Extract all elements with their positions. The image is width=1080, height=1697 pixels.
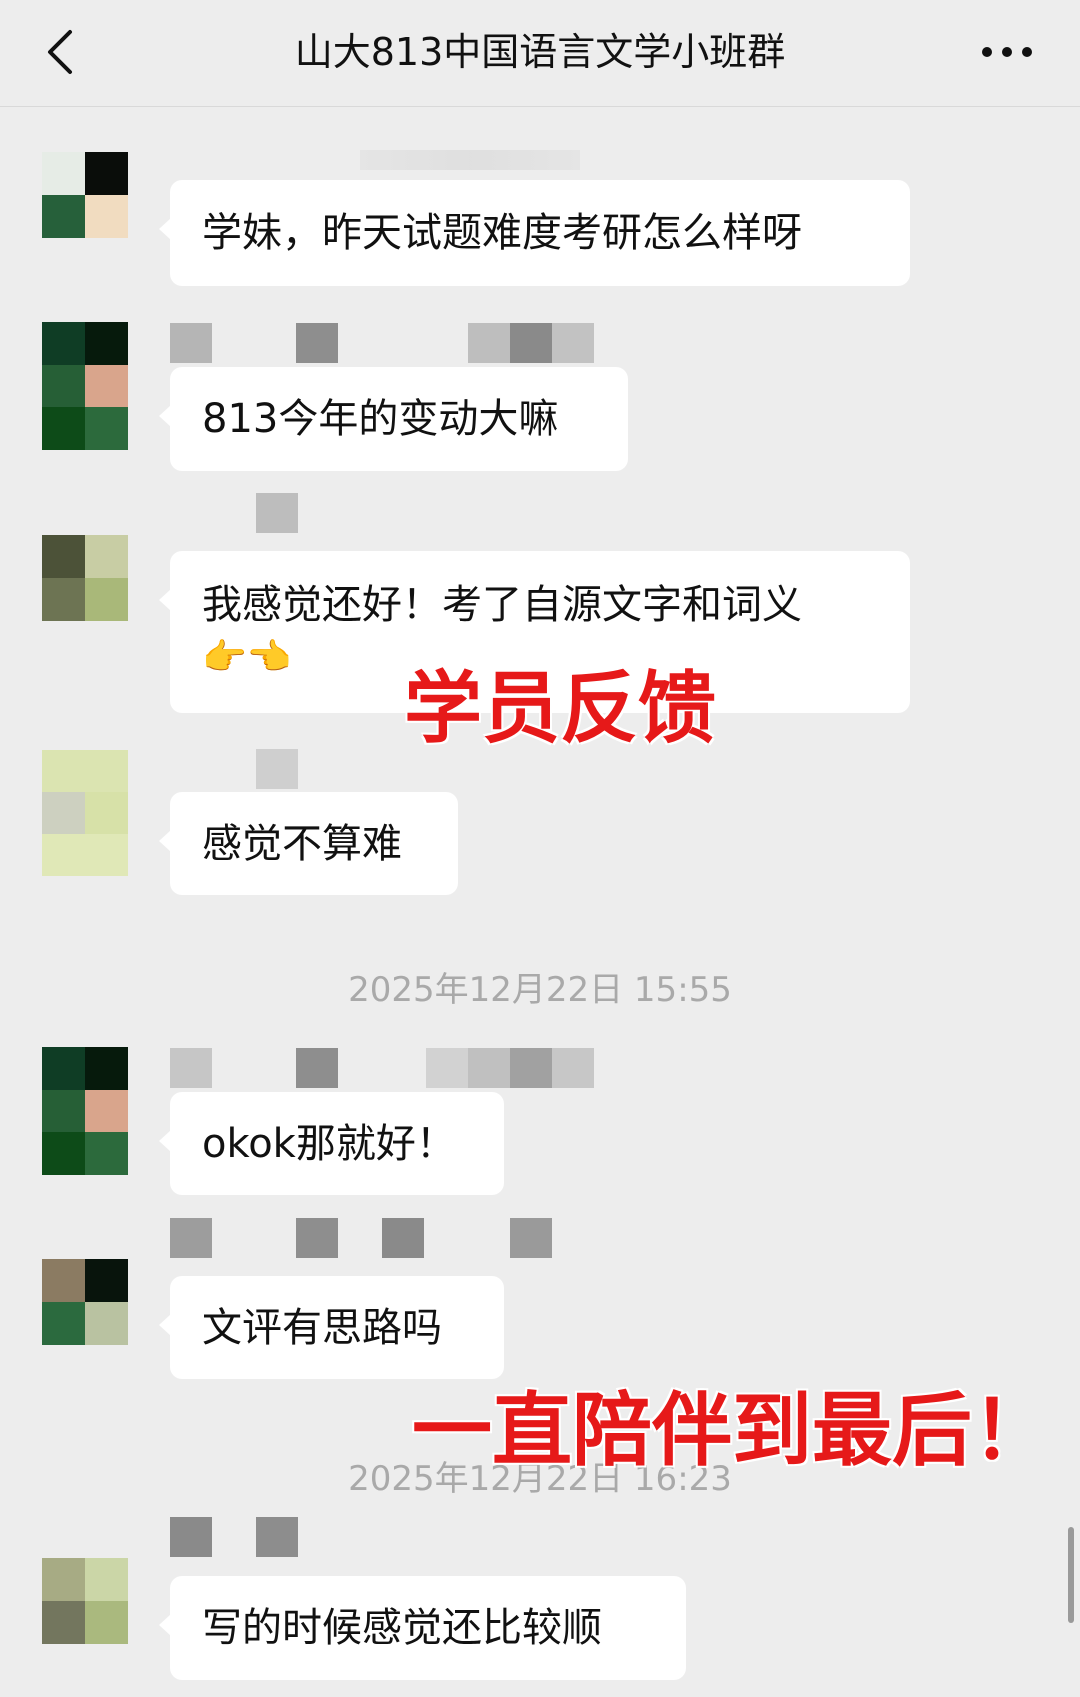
avatar-pixel xyxy=(85,750,128,792)
blurred-text xyxy=(360,150,580,170)
avatar-pixel xyxy=(85,152,128,195)
avatar-pixel xyxy=(42,322,85,365)
avatar-pixel xyxy=(85,1302,128,1345)
avatar[interactable] xyxy=(42,1558,128,1644)
message-text: 我感觉还好！考了自源文字和词义 xyxy=(202,582,802,628)
overlay-caption: 一直陪伴到最后！ xyxy=(412,1384,1052,1477)
avatar-pixel xyxy=(85,1601,128,1644)
sender-name-blurred xyxy=(170,1517,300,1557)
avatar-pixel xyxy=(85,1259,128,1302)
sender-name-blurred xyxy=(170,493,298,533)
avatar-pixel xyxy=(42,750,85,792)
avatar-pixel xyxy=(85,1132,128,1175)
message-text: 学妹，昨天试题难度考研怎么样呀 xyxy=(202,210,802,256)
message-text: 感觉不算难 xyxy=(202,821,402,867)
avatar-pixel xyxy=(42,578,85,621)
avatar-pixel xyxy=(42,195,85,238)
avatar-pixel xyxy=(85,834,128,876)
avatar-pixel xyxy=(42,792,85,834)
avatar-pixel xyxy=(42,1047,85,1090)
sender-name-blurred xyxy=(170,749,298,789)
scrollbar[interactable] xyxy=(1068,1527,1074,1623)
avatar-pixel xyxy=(42,407,85,450)
message-bubble[interactable]: 文评有思路吗 xyxy=(159,1276,504,1379)
more-dots-icon xyxy=(982,47,1032,57)
avatar-pixel xyxy=(42,1259,85,1302)
avatar[interactable] xyxy=(42,322,128,450)
avatar-pixel xyxy=(85,195,128,238)
message-text: okok那就好！ xyxy=(202,1121,456,1167)
avatar-pixel xyxy=(85,1047,128,1090)
avatar-pixel xyxy=(42,364,85,408)
chat-header: 山大813中国语言文学小班群 xyxy=(0,0,1080,107)
message-text: 文评有思路吗 xyxy=(202,1305,442,1351)
avatar-pixel xyxy=(85,1089,128,1133)
avatar[interactable] xyxy=(42,152,128,238)
message-text: 写的时候感觉还比较顺 xyxy=(202,1605,602,1651)
timestamp: 2025年12月22日 15:55 xyxy=(348,970,732,1010)
avatar-pixel xyxy=(85,364,128,408)
avatar[interactable] xyxy=(42,1047,128,1175)
avatar-pixel xyxy=(42,152,85,195)
avatar-pixel xyxy=(42,1601,85,1644)
overlay-caption: 学员反馈 xyxy=(404,664,717,754)
avatar[interactable] xyxy=(42,535,128,621)
message-bubble[interactable]: 写的时候感觉还比较顺 xyxy=(159,1576,686,1680)
sender-name-blurred xyxy=(170,1048,600,1088)
more-button[interactable] xyxy=(979,36,1035,68)
message-bubble[interactable]: 学妹，昨天试题难度考研怎么样呀 xyxy=(159,180,910,286)
avatar-pixel xyxy=(85,1558,128,1601)
avatar-pixel xyxy=(42,1132,85,1175)
avatar-pixel xyxy=(42,1302,85,1345)
message-text: 813今年的变动大嘛 xyxy=(202,396,559,442)
avatar-pixel xyxy=(42,834,85,876)
message-bubble[interactable]: 感觉不算难 xyxy=(159,792,458,895)
avatar-pixel xyxy=(42,1089,85,1133)
avatar-pixel xyxy=(85,792,128,834)
avatar[interactable] xyxy=(42,750,128,876)
avatar-pixel xyxy=(85,535,128,578)
message-bubble[interactable]: okok那就好！ xyxy=(159,1092,504,1195)
avatar-pixel xyxy=(85,578,128,621)
sender-name-blurred xyxy=(170,323,600,363)
avatar-pixel xyxy=(85,407,128,450)
avatar-pixel xyxy=(42,535,85,578)
chat-title: 山大813中国语言文学小班群 xyxy=(294,30,786,74)
avatar-pixel xyxy=(42,1558,85,1601)
avatar-pixel xyxy=(85,322,128,365)
sender-name-blurred xyxy=(170,1218,560,1258)
message-bubble[interactable]: 813今年的变动大嘛 xyxy=(159,367,628,471)
avatar[interactable] xyxy=(42,1259,128,1345)
